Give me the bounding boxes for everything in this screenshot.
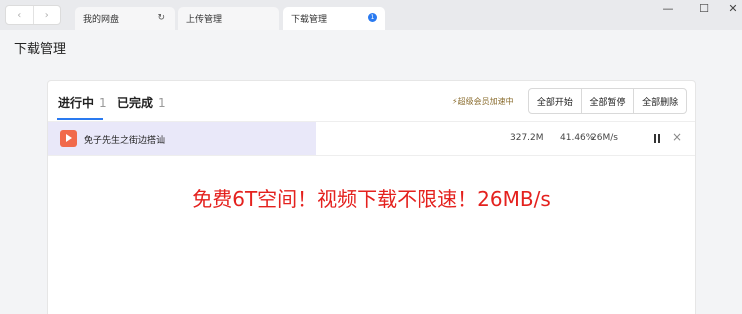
tab-in-progress[interactable]: 进行中 1 (58, 94, 107, 111)
start-all-button[interactable]: 全部开始 (529, 89, 582, 113)
tab-label: 我的网盘 (83, 15, 120, 25)
promo-banner-text: 免费6T空间！视频下载不限速！26MB/s (192, 187, 551, 211)
tab-completed-label: 已完成 (117, 96, 154, 110)
file-name: 免子先生之街边搭讪 (84, 136, 166, 146)
vip-speedup-hint[interactable]: ⚡超级会员加速中 (452, 96, 514, 107)
pause-all-button[interactable]: 全部暂停 (582, 89, 635, 113)
title-bar: ‹ › 我的网盘 ↻ 上传管理 下载管理 1 — ☐ ✕ (0, 0, 742, 30)
pause-icon[interactable] (654, 134, 660, 143)
close-icon[interactable]: × (672, 130, 682, 144)
nav-buttons: ‹ › (5, 5, 61, 25)
active-tab-indicator (57, 118, 103, 120)
notification-badge: 1 (368, 13, 377, 22)
refresh-icon[interactable]: ↻ (157, 13, 165, 23)
tab-upload-manager[interactable]: 上传管理 (178, 7, 279, 30)
forward-icon[interactable]: › (34, 6, 61, 24)
close-window-icon[interactable]: ✕ (726, 2, 740, 15)
back-icon[interactable]: ‹ (6, 6, 34, 24)
tab-completed-count: 1 (158, 96, 166, 110)
tab-label: 上传管理 (186, 15, 223, 25)
download-row[interactable]: 免子先生之街边搭讪 327.2M 41.46% 26M/s × (48, 122, 695, 156)
tab-label: 下载管理 (291, 15, 328, 25)
vip-hint-text: 超级会员加速中 (457, 97, 514, 106)
tab-download-manager[interactable]: 下载管理 1 (283, 7, 385, 30)
tab-completed[interactable]: 已完成 1 (117, 94, 166, 111)
action-button-group: 全部开始 全部暂停 全部删除 (528, 88, 687, 114)
minimize-icon[interactable]: — (661, 2, 675, 15)
delete-all-button[interactable]: 全部删除 (634, 89, 686, 113)
maximize-icon[interactable]: ☐ (697, 2, 711, 15)
page-title: 下载管理 (14, 42, 67, 57)
download-speed: 26M/s (591, 133, 618, 143)
download-percent: 41.46% (560, 133, 595, 143)
tab-in-progress-count: 1 (99, 96, 107, 110)
tab-in-progress-label: 进行中 (58, 96, 95, 110)
file-size: 327.2M (510, 133, 544, 143)
tab-my-disk[interactable]: 我的网盘 ↻ (75, 7, 175, 30)
video-file-icon (60, 130, 77, 147)
download-panel: 进行中 1 已完成 1 ⚡超级会员加速中 全部开始 全部暂停 全部删除 免子先生之街… (47, 80, 696, 314)
